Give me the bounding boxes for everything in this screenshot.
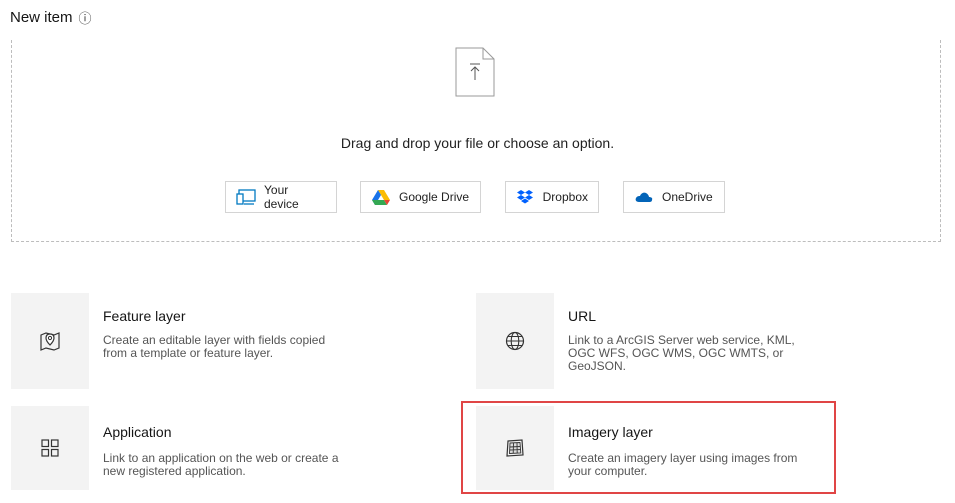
your-device-label: Your device [264,183,299,211]
google-drive-icon [371,187,391,207]
globe-icon [505,331,525,351]
device-icon [236,187,256,207]
dropbox-button[interactable]: Dropbox [505,181,599,213]
url-desc-3: GeoJSON. [568,359,627,373]
selection-highlight [461,401,836,494]
dropbox-label: Dropbox [542,190,588,204]
map-pin-icon [40,332,60,351]
page-title-text: New item [10,9,73,26]
feature-layer-desc-2: from a template or feature layer. [103,346,274,360]
grid-icon [41,439,59,457]
onedrive-label: OneDrive [662,190,713,204]
application-card[interactable]: Application Link to an application on th… [11,406,431,490]
application-tile [11,406,89,490]
feature-layer-title: Feature layer [103,308,186,324]
upload-file-icon [455,47,495,97]
dropbox-icon [516,187,535,207]
drop-instructions: Drag and drop your file or choose an opt… [340,135,615,151]
url-card[interactable]: URL Link to a ArcGIS Server web service,… [476,293,896,389]
your-device-button[interactable]: Your device [225,181,337,213]
google-drive-button[interactable]: Google Drive [360,181,481,213]
url-tile [476,293,554,389]
feature-layer-tile [11,293,89,389]
page-title: New item ⓘ [10,8,92,27]
url-title: URL [568,308,597,324]
info-icon[interactable]: ⓘ [79,8,92,27]
application-desc-2: new registered application. [103,464,246,478]
google-drive-label: Google Drive [399,190,470,204]
onedrive-button[interactable]: OneDrive [623,181,725,213]
application-title: Application [103,424,172,440]
onedrive-icon [634,187,654,207]
feature-layer-card[interactable]: Feature layer Create an editable layer w… [11,293,431,389]
